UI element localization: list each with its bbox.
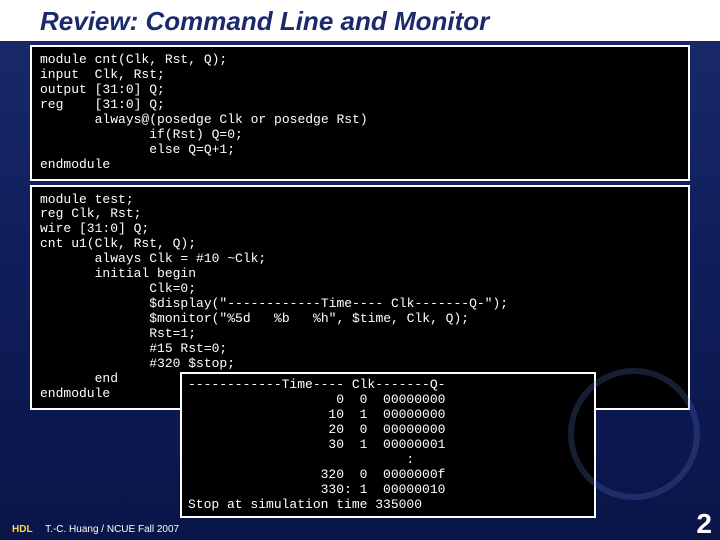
slide-title: Review: Command Line and Monitor [0,0,720,41]
footer: HDL T.-C. Huang / NCUE Fall 2007 [12,524,179,535]
code-block-module-cnt: module cnt(Clk, Rst, Q); input Clk, Rst;… [30,45,690,181]
footer-hdl-label: HDL [12,524,33,535]
simulation-output: ------------Time---- Clk-------Q- 0 0 00… [180,372,596,518]
footer-credit: T.-C. Huang / NCUE Fall 2007 [45,524,179,535]
slide-number: 2 [696,508,712,540]
